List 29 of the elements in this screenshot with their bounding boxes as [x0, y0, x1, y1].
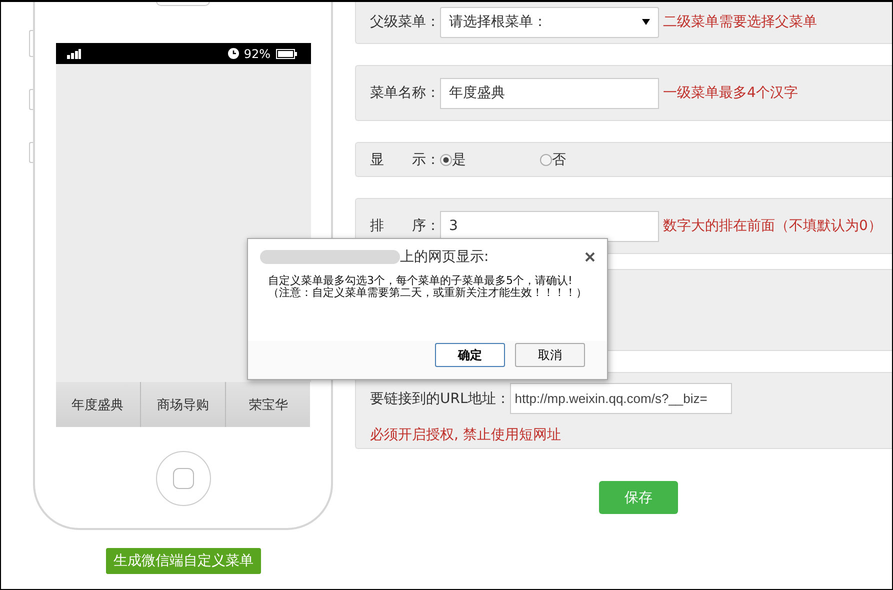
clock-icon [228, 48, 239, 59]
hint-text: 二级菜单需要选择父菜单 [663, 13, 817, 31]
radio-option[interactable]: 否 [540, 150, 566, 168]
signal-icon [66, 48, 80, 58]
field-label: 排 序： [370, 217, 440, 235]
dialog-message: 自定义菜单最多勾选3个，每个菜单的子菜单最多5个，请确认! [268, 275, 574, 287]
close-icon[interactable] [585, 252, 595, 262]
radio-option[interactable]: 是 [440, 150, 466, 168]
input-field[interactable]: 年度盛典 [440, 78, 659, 108]
dialog-message: （注意：自定义菜单需要第二天，或重新关注才能生效！！！！） [268, 287, 588, 299]
input-field[interactable]: 3 [440, 210, 659, 242]
menu-tab[interactable]: 年度盛典 [56, 382, 141, 427]
field-label: 要链接到的URL地址： [370, 390, 510, 408]
cancel-button[interactable]: 取消 [515, 343, 585, 367]
menu-tab[interactable]: 荣宝华 [226, 382, 310, 427]
ok-button[interactable]: 确定 [435, 343, 505, 367]
caret-icon [642, 19, 650, 25]
hint-text: 数字大的排在前面（不填默认为0） [663, 217, 882, 235]
battery-icon [276, 48, 296, 58]
field-label: 菜单名称： [370, 84, 440, 102]
menu-tab[interactable]: 商场导购 [140, 382, 226, 427]
battery-percentage: 92% [244, 46, 270, 60]
field-label: 显 示： [370, 150, 440, 168]
select-field[interactable]: 请选择根菜单： [440, 6, 659, 38]
field-label: 父级菜单： [370, 13, 440, 31]
input-field[interactable]: http://mp.weixin.qq.com/s?__biz= [510, 383, 732, 414]
hint-text: 一级菜单最多4个汉字 [663, 84, 798, 102]
hint-text: 必须开启授权, 禁止使用短网址 [370, 426, 561, 444]
dialog-title: 上的网页显示: [400, 248, 489, 266]
